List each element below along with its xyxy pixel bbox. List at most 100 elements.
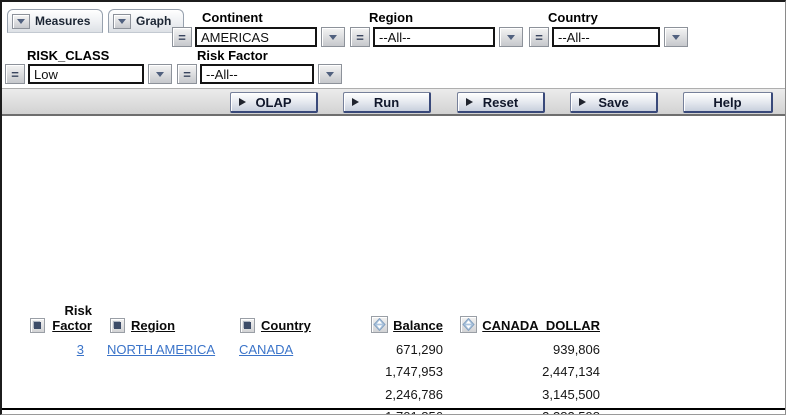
region-label: Region: [369, 10, 414, 25]
chevron-down-icon[interactable]: [664, 27, 688, 47]
dimension-square-glyph: [244, 322, 251, 329]
canada-dollar-value: 2,447,134: [542, 364, 600, 380]
continent-input[interactable]: AMERICAS: [195, 27, 317, 47]
sort-diamond-glyph: [373, 318, 386, 331]
tab-measures[interactable]: Measures: [7, 9, 104, 33]
country-value: --All--: [558, 29, 590, 45]
risk-class-filter: = Low: [5, 64, 172, 84]
play-icon: [466, 98, 473, 106]
help-button[interactable]: Help: [683, 92, 773, 113]
equals-operator-button[interactable]: =: [350, 27, 370, 47]
chevron-down-icon[interactable]: [318, 64, 342, 84]
balance-value: 1,701,856: [357, 406, 444, 414]
country-filter: = --All--: [529, 27, 688, 47]
region-header-label[interactable]: Region: [131, 318, 175, 333]
column-header-country: Country: [232, 290, 357, 338]
table-row-cell: [30, 406, 92, 415]
risk-factor-header-line2[interactable]: Factor: [52, 318, 92, 333]
olap-report-window: Measures Graph Continent Region Country …: [0, 0, 786, 415]
olap-button-label: OLAP: [255, 94, 292, 110]
table-row-cell: [232, 383, 357, 406]
continent-filter: = AMERICAS: [172, 27, 345, 47]
risk-class-label: RISK_CLASS: [27, 48, 110, 63]
balance-value: 2,246,786: [385, 386, 443, 402]
play-icon: [352, 98, 359, 106]
reset-button-label: Reset: [482, 94, 519, 110]
risk-factor-value: --All--: [206, 66, 238, 82]
chevron-down-glyph: [118, 18, 126, 24]
equals-operator-button[interactable]: =: [172, 27, 192, 47]
region-link[interactable]: NORTH AMERICA: [107, 342, 215, 357]
column-header-risk-factor: Risk Factor: [30, 290, 92, 338]
balance-header-label[interactable]: Balance: [393, 318, 443, 333]
table-row-cell: [92, 361, 232, 384]
tab-graph-label: Graph: [136, 14, 172, 28]
report-table: Risk Factor Region Country Balance CANAD…: [30, 290, 601, 415]
region-input[interactable]: --All--: [373, 27, 495, 47]
filter-panel: Measures Graph Continent Region Country …: [2, 2, 785, 88]
run-button-label: Run: [373, 94, 400, 110]
risk-class-input[interactable]: Low: [28, 64, 144, 84]
dimension-square-icon[interactable]: [30, 318, 45, 333]
chevron-down-icon[interactable]: [148, 64, 172, 84]
chevron-down-icon[interactable]: [499, 27, 523, 47]
chevron-down-icon[interactable]: [113, 13, 131, 29]
risk-factor-input[interactable]: --All--: [200, 64, 314, 84]
olap-button[interactable]: OLAP: [230, 92, 318, 113]
sort-diamond-glyph: [462, 318, 475, 331]
run-button[interactable]: Run: [343, 92, 431, 113]
risk-factor-header-text: Risk Factor: [51, 303, 92, 333]
play-icon: [239, 98, 246, 106]
table-row-cell: [30, 361, 92, 384]
equals-operator-button[interactable]: =: [5, 64, 25, 84]
country-header-label[interactable]: Country: [261, 318, 311, 333]
table-row-cell: [92, 406, 232, 415]
equals-operator-button[interactable]: =: [177, 64, 197, 84]
report-content: Risk Factor Region Country Balance CANAD…: [2, 116, 785, 414]
dimension-square-glyph: [34, 322, 41, 329]
table-row-cell: [232, 361, 357, 384]
risk-factor-link[interactable]: 3: [77, 342, 84, 357]
chevron-down-icon[interactable]: [12, 13, 30, 29]
chevron-down-glyph: [326, 71, 334, 77]
chevron-down-glyph: [17, 18, 25, 24]
chevron-down-glyph: [507, 34, 515, 40]
table-row-cell: 3: [30, 338, 92, 361]
tab-measures-label: Measures: [35, 14, 91, 28]
canada-dollar-header-label[interactable]: CANADA_DOLLAR: [482, 318, 600, 333]
region-filter: = --All--: [350, 27, 523, 47]
sort-diamond-icon[interactable]: [371, 316, 389, 333]
play-icon: [579, 98, 586, 106]
table-row-cell: [92, 383, 232, 406]
continent-label: Continent: [202, 10, 263, 25]
column-header-canada-dollar: CANADA_DOLLAR: [444, 290, 601, 338]
chevron-down-glyph: [156, 71, 164, 77]
equals-operator-button[interactable]: =: [529, 27, 549, 47]
help-button-label: Help: [713, 94, 742, 110]
chevron-down-glyph: [672, 34, 680, 40]
country-input[interactable]: --All--: [552, 27, 660, 47]
region-value: --All--: [379, 29, 411, 45]
canada-dollar-value: 2,382,598: [444, 406, 601, 414]
canada-dollar-value: 3,145,500: [542, 386, 600, 402]
table-row-cell: NORTH AMERICA: [92, 338, 232, 361]
risk-factor-label: Risk Factor: [197, 48, 268, 63]
balance-value: 1,747,953: [385, 364, 443, 380]
save-button[interactable]: Save: [570, 92, 658, 113]
dimension-square-glyph: [114, 322, 121, 329]
risk-factor-filter: = --All--: [177, 64, 342, 84]
country-label: Country: [548, 10, 598, 25]
chevron-down-glyph: [329, 34, 337, 40]
save-button-label: Save: [598, 94, 629, 110]
dimension-square-icon[interactable]: [240, 318, 255, 333]
reset-button[interactable]: Reset: [457, 92, 545, 113]
column-header-balance: Balance: [357, 290, 444, 338]
dimension-square-icon[interactable]: [110, 318, 125, 333]
canada-dollar-value: 939,806: [553, 341, 600, 357]
table-row-cell: CANADA: [232, 338, 357, 361]
chevron-down-icon[interactable]: [321, 27, 345, 47]
column-header-region: Region: [92, 290, 232, 338]
sort-diamond-icon[interactable]: [460, 316, 478, 333]
risk-class-value: Low: [34, 66, 58, 82]
country-link[interactable]: CANADA: [239, 342, 293, 357]
